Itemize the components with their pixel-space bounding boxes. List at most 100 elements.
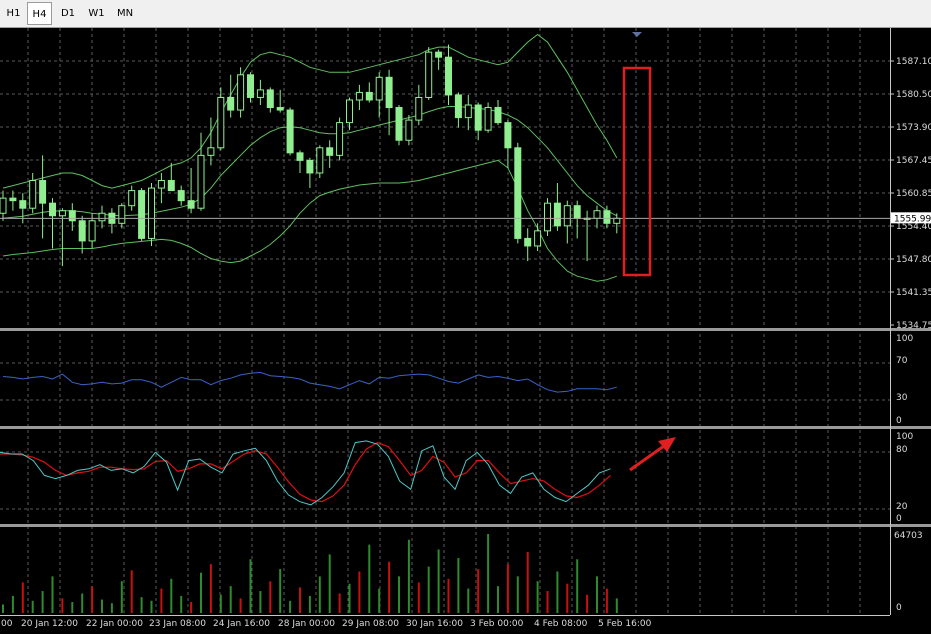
candle-body [227, 96, 235, 111]
candle-body [524, 237, 532, 247]
time-axis: :00 20 Jan 12:00 22 Jan 00:00 23 Jan 08:… [0, 619, 652, 629]
candle-body [237, 74, 245, 111]
candle-body [177, 190, 185, 202]
pane-separator [0, 524, 931, 527]
time-label: :00 [0, 619, 13, 629]
candlesticks [0, 44, 621, 267]
candle-body [553, 202, 561, 227]
time-label: 28 Jan 00:00 [278, 619, 335, 629]
time-label: 5 Feb 16:00 [598, 619, 652, 629]
candle-body [464, 104, 472, 119]
candle-body [395, 107, 403, 141]
annotation-rectangle [622, 66, 652, 277]
candle-body [494, 107, 502, 124]
volume-zero-label: 0 [896, 603, 902, 613]
candle-body [197, 154, 205, 209]
volume-bars [2, 534, 618, 613]
price-chart[interactable]: 1587.10 1580.50 1573.90 1567.45 1560.85 … [0, 28, 931, 634]
tab-d1[interactable]: D1 [55, 2, 81, 25]
candle-body [454, 94, 462, 119]
stoch-level-label: 80 [896, 445, 908, 455]
rsi-line [2, 371, 617, 393]
candle-body [19, 200, 27, 209]
price-label: 1560.85 [896, 189, 931, 199]
timeframe-toolbar: H1 H4 D1 W1 MN [0, 0, 931, 28]
candle-body [613, 217, 621, 224]
candle-body [286, 109, 294, 154]
candle-body [78, 220, 86, 242]
tab-h4[interactable]: H4 [27, 2, 52, 25]
candle-body [415, 96, 423, 121]
candle-body [148, 187, 155, 239]
candle-body [128, 190, 136, 207]
candle-body [247, 74, 254, 98]
candle-body [504, 122, 512, 149]
candle-body [603, 210, 611, 224]
price-label: 1580.50 [896, 90, 931, 100]
candle-body [167, 180, 175, 192]
candle-body [445, 56, 452, 96]
time-label: 20 Jan 12:00 [21, 619, 78, 629]
time-label: 30 Jan 16:00 [406, 619, 463, 629]
time-label: 23 Jan 08:00 [149, 619, 206, 629]
stochastic-axis: 100 80 20 0 [896, 432, 913, 524]
rsi-level-label: 0 [896, 416, 902, 426]
tab-h1[interactable]: H1 [1, 2, 26, 25]
price-label: 1567.45 [896, 156, 931, 166]
candle-body [326, 147, 334, 156]
candle-body [405, 119, 413, 141]
candle-body [0, 197, 7, 214]
price-label: 1573.90 [896, 123, 931, 133]
candle-body [68, 210, 76, 222]
candle-body [118, 205, 126, 224]
stoch-level-label: 20 [896, 502, 908, 512]
candle-body [593, 210, 601, 219]
tab-w1[interactable]: W1 [83, 2, 110, 25]
candle-body [514, 147, 522, 239]
pane-separators [0, 328, 931, 527]
candle-body [49, 202, 56, 217]
candle-body [355, 91, 363, 101]
candle-body [98, 212, 106, 222]
candle-body [385, 76, 393, 109]
time-label: 22 Jan 00:00 [86, 619, 143, 629]
candle-body [365, 91, 373, 101]
rsi-level-label: 70 [896, 356, 908, 366]
time-label: 4 Feb 08:00 [534, 619, 588, 629]
candle-body [534, 230, 542, 247]
current-price-tag: 1555.99 [891, 212, 931, 224]
candle-body [474, 104, 482, 131]
volume-axis: 64703 0 [894, 531, 923, 613]
candle-body [266, 89, 274, 109]
current-price-label: 1555.99 [894, 214, 931, 224]
candle-body [187, 200, 195, 209]
price-label: 1547.80 [896, 255, 931, 265]
candle-body [207, 147, 215, 156]
candle-body [296, 152, 304, 161]
annotation-arrow-icon [629, 437, 676, 472]
pane-separator [0, 426, 931, 429]
candle-body [435, 51, 443, 58]
volume-max-label: 64703 [894, 531, 923, 541]
stoch-level-label: 100 [896, 432, 913, 442]
rsi-level-label: 30 [896, 393, 908, 403]
candle-body [58, 210, 66, 217]
candle-body [9, 197, 17, 202]
time-label: 3 Feb 00:00 [470, 619, 524, 629]
candle-body [573, 205, 581, 219]
pane-separator [0, 328, 931, 331]
candle-body [256, 89, 264, 98]
candle-body [306, 159, 314, 174]
rsi-axis: 100 70 30 0 [896, 334, 913, 426]
tab-mn[interactable]: MN [111, 2, 139, 25]
candle-body [336, 122, 344, 156]
rsi-level-label: 100 [896, 334, 913, 344]
candle-body [217, 96, 225, 149]
price-axis: 1587.10 1580.50 1573.90 1567.45 1560.85 … [890, 57, 931, 331]
candle-body [138, 190, 146, 239]
candle-body [544, 202, 551, 232]
candle-body [88, 220, 96, 242]
candle-body [375, 76, 383, 101]
candle-body [276, 107, 284, 111]
stoch-level-label: 0 [896, 514, 902, 524]
